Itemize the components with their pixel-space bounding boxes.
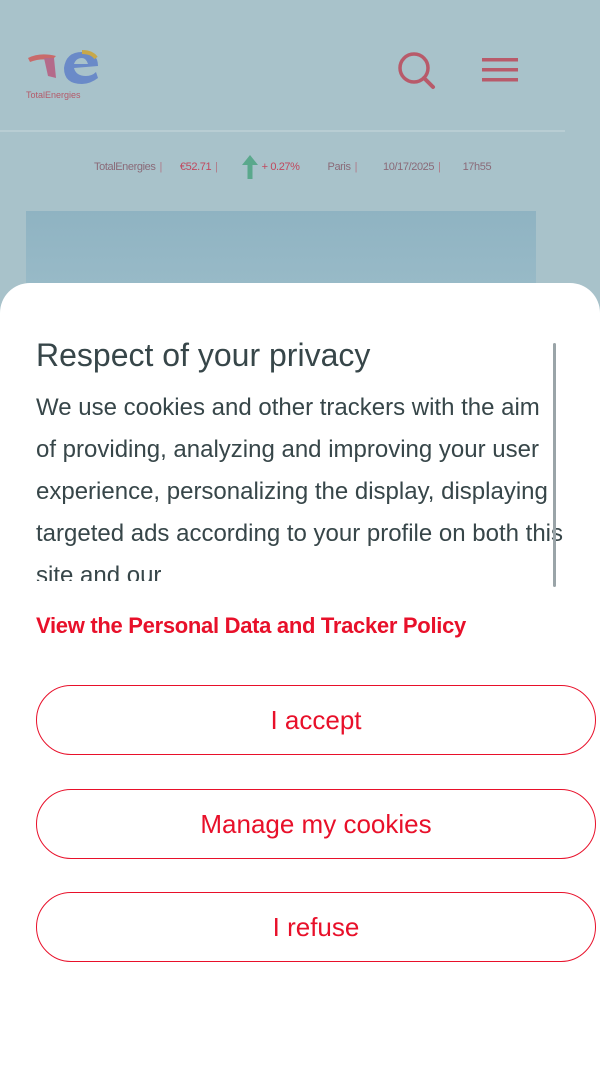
- ticker-separator: |: [354, 161, 358, 173]
- scrollbar[interactable]: [553, 343, 556, 587]
- ticker-time: 17h55: [462, 161, 492, 173]
- ticker-date: 10/17/2025: [383, 161, 435, 173]
- ticker-company: TotalEnergies: [94, 161, 156, 173]
- cookie-text-scroll-area[interactable]: Respect of your privacy We use cookies a…: [36, 333, 566, 581]
- cookie-title: Respect of your privacy: [36, 337, 371, 373]
- ticker-city: Paris: [327, 161, 351, 173]
- ticker-separator: |: [438, 161, 441, 173]
- arrow-up-icon: [241, 155, 258, 179]
- site-header: TotalEnergies: [0, 0, 600, 130]
- cookie-consent-sheet: Respect of your privacy We use cookies a…: [0, 283, 600, 1065]
- manage-cookies-button[interactable]: Manage my cookies: [36, 789, 596, 859]
- accept-button[interactable]: I accept: [36, 685, 596, 755]
- refuse-button[interactable]: I refuse: [36, 892, 596, 962]
- privacy-policy-link[interactable]: View the Personal Data and Tracker Polic…: [36, 613, 466, 639]
- ticker-separator: |: [159, 161, 162, 173]
- hamburger-menu-icon[interactable]: [480, 55, 520, 85]
- totalenergies-logo[interactable]: TotalEnergies: [26, 46, 106, 106]
- ticker-price: €52.71: [179, 161, 212, 173]
- header-divider: [0, 130, 565, 132]
- ticker-change: + 0.27%: [261, 161, 300, 173]
- ticker-separator: |: [215, 161, 218, 173]
- cookie-body-text: We use cookies and other trackers with t…: [36, 394, 563, 581]
- stock-ticker: TotalEnergies | €52.71 | + 0.27% Paris |…: [94, 155, 492, 179]
- logo-mark-icon: [28, 50, 98, 84]
- search-icon[interactable]: [396, 50, 436, 90]
- logo-text: TotalEnergies: [26, 90, 81, 100]
